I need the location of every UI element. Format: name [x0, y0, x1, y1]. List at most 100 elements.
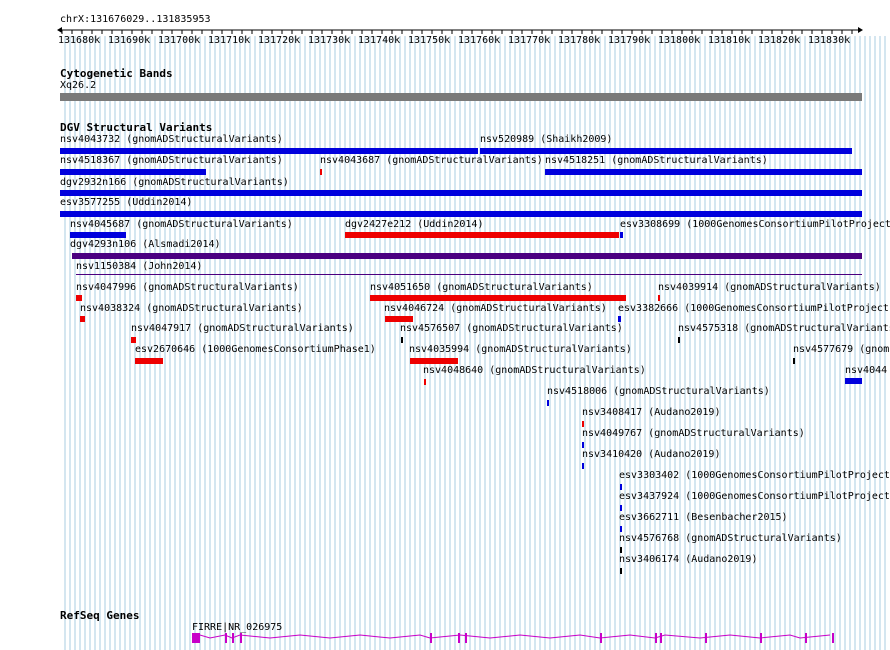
- variant-label[interactable]: nsv3410420 (Audano2019): [582, 449, 720, 461]
- variant-bar-loss[interactable]: [320, 169, 322, 175]
- variant-label[interactable]: nsv4043687 (gnomADStructuralVariants): [320, 155, 543, 167]
- variant-label[interactable]: nsv4576768 (gnomADStructuralVariants): [619, 533, 842, 545]
- ruler-tick-label: 131690k: [108, 35, 151, 46]
- ruler-tick-label: 131750k: [408, 35, 451, 46]
- variant-label[interactable]: nsv4043732 (gnomADStructuralVariants): [60, 134, 283, 146]
- cytoband-bar[interactable]: [60, 93, 862, 101]
- gene-exon: [705, 633, 707, 643]
- variant-label[interactable]: nsv4577679 (gnom: [793, 344, 889, 356]
- gene-exon: [458, 633, 460, 643]
- ruler-tick-label: 131720k: [258, 35, 301, 46]
- variant-bar-gain[interactable]: [60, 211, 862, 217]
- ruler-tick-label: 131760k: [458, 35, 501, 46]
- variant-bar-gain[interactable]: [620, 232, 623, 238]
- variant-bar-gain[interactable]: [60, 148, 478, 154]
- variant-label[interactable]: nsv3408417 (Audano2019): [582, 407, 720, 419]
- variant-label[interactable]: nsv4039914 (gnomADStructuralVariants): [658, 282, 881, 294]
- refseq-track-title: RefSeq Genes: [60, 609, 140, 622]
- variant-label[interactable]: esv3382666 (1000GenomesConsortiumPilotPr…: [618, 303, 889, 315]
- variant-label[interactable]: nsv4576507 (gnomADStructuralVariants): [400, 323, 623, 335]
- variant-bar-gain[interactable]: [480, 148, 852, 154]
- variant-label[interactable]: nsv4049767 (gnomADStructuralVariants): [582, 428, 805, 440]
- ruler-tick-label: 131770k: [508, 35, 551, 46]
- variant-label[interactable]: nsv520989 (Shaikh2009): [480, 134, 612, 146]
- gene-exon: [430, 633, 432, 643]
- variant-bar-gain[interactable]: [620, 484, 622, 490]
- variant-label[interactable]: nsv4035994 (gnomADStructuralVariants): [409, 344, 632, 356]
- gene-model-firre[interactable]: [0, 630, 890, 646]
- variant-label[interactable]: esv3308699 (1000GenomesConsortiumPilotPr…: [620, 219, 890, 231]
- variant-bar-loss[interactable]: [658, 295, 660, 301]
- variant-label[interactable]: nsv4575318 (gnomADStructuralVariants: [678, 323, 890, 335]
- variant-bar-complex[interactable]: [401, 337, 403, 343]
- variant-label[interactable]: nsv4044: [845, 365, 887, 377]
- gene-exon: [232, 633, 234, 643]
- variant-bar-loss[interactable]: [76, 295, 82, 301]
- gene-exon: [600, 633, 602, 643]
- gene-exon: [660, 633, 662, 643]
- variant-bar-gain[interactable]: [618, 316, 621, 322]
- variant-label[interactable]: dgv4293n106 (Alsmadi2014): [70, 239, 221, 251]
- ruler-tick-label: 131810k: [708, 35, 751, 46]
- variant-label[interactable]: nsv4046724 (gnomADStructuralVariants): [384, 303, 607, 315]
- variant-label[interactable]: nsv4518251 (gnomADStructuralVariants): [545, 155, 768, 167]
- ruler-tick-label: 131820k: [758, 35, 801, 46]
- variant-bar-gain[interactable]: [620, 526, 622, 532]
- variant-label[interactable]: nsv4518006 (gnomADStructuralVariants): [547, 386, 770, 398]
- variant-bar-complex[interactable]: [793, 358, 795, 364]
- variant-bar-loss[interactable]: [135, 358, 163, 364]
- variant-bar-loss[interactable]: [131, 337, 136, 343]
- variant-label[interactable]: nsv4045687 (gnomADStructuralVariants): [70, 219, 293, 231]
- variant-bar-loss[interactable]: [410, 358, 458, 364]
- cytoband-label: Xq26.2: [60, 80, 97, 91]
- variant-bar-gain[interactable]: [60, 190, 862, 196]
- variant-bar-gain[interactable]: [582, 442, 584, 448]
- variant-label[interactable]: nsv4047996 (gnomADStructuralVariants): [76, 282, 299, 294]
- ruler-minor-ticks: [61, 30, 853, 34]
- ruler-tick-label: 131830k: [808, 35, 851, 46]
- variant-label[interactable]: nsv1150384 (John2014): [76, 261, 202, 273]
- gene-exon: [240, 633, 242, 643]
- ruler-right-arrow-icon: [858, 27, 863, 33]
- variant-bar-loss[interactable]: [345, 232, 619, 238]
- variant-bar-complex[interactable]: [678, 337, 680, 343]
- variant-label[interactable]: esv3303402 (1000GenomesConsortiumPilotPr…: [619, 470, 890, 482]
- variant-bar-gain[interactable]: [70, 232, 126, 238]
- variant-label[interactable]: nsv4038324 (gnomADStructuralVariants): [80, 303, 303, 315]
- variant-bar-complex[interactable]: [620, 547, 622, 553]
- variant-bar-complex[interactable]: [620, 568, 622, 574]
- variant-label[interactable]: dgv2427e212 (Uddin2014): [345, 219, 483, 231]
- variant-bar-gain[interactable]: [845, 378, 862, 384]
- ruler-tick-label: 131780k: [558, 35, 601, 46]
- variant-label[interactable]: esv2670646 (1000GenomesConsortiumPhase1): [135, 344, 376, 356]
- variant-bar-loss[interactable]: [582, 421, 584, 427]
- variant-bar-gain[interactable]: [620, 505, 622, 511]
- variant-label[interactable]: nsv4051650 (gnomADStructuralVariants): [370, 282, 593, 294]
- variant-label[interactable]: nsv4047917 (gnomADStructuralVariants): [131, 323, 354, 335]
- variant-bar-loss[interactable]: [385, 316, 413, 322]
- variant-bar-loss[interactable]: [424, 379, 426, 385]
- variant-label[interactable]: dgv2932n166 (gnomADStructuralVariants): [60, 177, 289, 189]
- gene-exon: [225, 633, 227, 643]
- ruler-tick-label: 131680k: [58, 35, 101, 46]
- variant-bar-gain[interactable]: [547, 400, 549, 406]
- ruler-left-arrow-icon: [57, 27, 62, 33]
- variant-label[interactable]: nsv3406174 (Audano2019): [619, 554, 757, 566]
- ruler-tick-label: 131740k: [358, 35, 401, 46]
- gene-exon: [760, 633, 762, 643]
- cytoband-track-title: Cytogenetic Bands: [60, 67, 173, 80]
- variant-label[interactable]: nsv4048640 (gnomADStructuralVariants): [423, 365, 646, 377]
- variant-bar-inversion[interactable]: [76, 274, 862, 275]
- variant-bar-inversion[interactable]: [72, 253, 862, 259]
- variant-bar-gain[interactable]: [545, 169, 862, 175]
- ruler-tick-label: 131800k: [658, 35, 701, 46]
- variant-bar-loss[interactable]: [370, 295, 626, 301]
- ruler-tick-label: 131700k: [158, 35, 201, 46]
- variant-label[interactable]: esv3437924 (1000GenomesConsortiumPilotPr…: [619, 491, 890, 503]
- variant-label[interactable]: esv3662711 (Besenbacher2015): [619, 512, 788, 524]
- variant-label[interactable]: nsv4518367 (gnomADStructuralVariants): [60, 155, 283, 167]
- variant-label[interactable]: esv3577255 (Uddin2014): [60, 197, 192, 209]
- variant-bar-gain[interactable]: [60, 169, 206, 175]
- variant-bar-loss[interactable]: [80, 316, 85, 322]
- variant-bar-gain[interactable]: [582, 463, 584, 469]
